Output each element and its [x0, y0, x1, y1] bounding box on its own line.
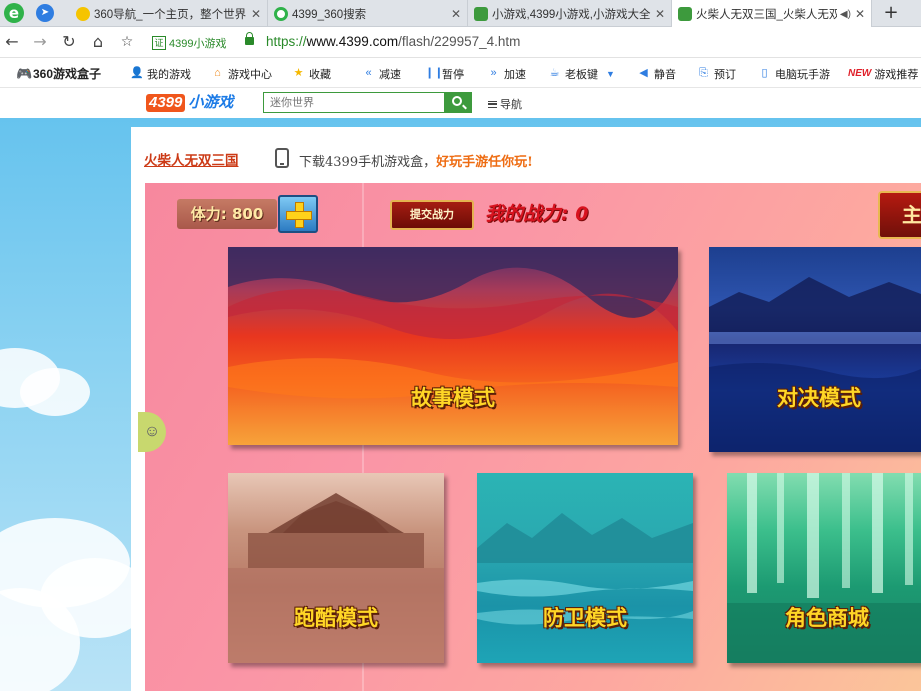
boss-key-button[interactable]: ☕ 老板键 ▼	[548, 65, 615, 82]
tab-4399-home[interactable]: 小游戏,4399小游戏,小游戏大全 ✕	[468, 0, 672, 27]
tab-audio-icon[interactable]: ◀)	[840, 9, 851, 20]
chevron-down-icon[interactable]: ▼	[606, 69, 615, 79]
parkour-mode-label: 跑酷模式	[294, 606, 378, 630]
speaker-icon: ◀	[639, 67, 648, 79]
add-stamina-button[interactable]	[278, 195, 318, 233]
pause-button[interactable]: ❙❙ 暂停	[425, 65, 464, 82]
parkour-mode-button[interactable]: 跑酷模式	[228, 473, 444, 663]
duel-mode-label: 对决模式	[777, 386, 861, 410]
bookmarks-bar: 🎮 360游戏盒子 👤 我的游戏 ⌂ 游戏中心 ★ 收藏 « 减速 ❙❙ 暂停 …	[0, 59, 921, 88]
bookmark-my-games[interactable]: 👤 我的游戏	[130, 65, 191, 82]
favorite-star-icon[interactable]: ☆	[117, 32, 137, 52]
gamepad-icon: 🎮	[16, 66, 33, 81]
sunset-clouds-art	[228, 247, 678, 399]
tab-360-search[interactable]: 4399_360搜索 ✕	[268, 0, 468, 27]
home-icon[interactable]: ⌂	[88, 32, 108, 52]
site-nav-link[interactable]: 导航	[488, 96, 522, 112]
my-power-readout: 我的战力: 0	[485, 203, 589, 225]
new-tag-icon: NEW	[848, 68, 872, 79]
pause-icon: ❙❙	[425, 67, 444, 79]
forward-arrow-icon[interactable]: →	[30, 32, 50, 52]
tab-close-icon[interactable]: ✕	[655, 7, 665, 21]
url-field[interactable]: https://www.4399.com/flash/229957_4.htm	[266, 34, 520, 49]
menu-icon	[488, 100, 497, 108]
browser-logo-icon[interactable]: e	[4, 3, 24, 23]
reserve-button[interactable]: ⎘ 预订	[697, 65, 736, 82]
search-favicon-icon	[274, 6, 288, 21]
submit-power-button[interactable]: 提交战力	[390, 200, 474, 230]
new-tab-button[interactable]: +	[880, 2, 902, 24]
duel-mode-button[interactable]: 对决模式	[709, 247, 921, 452]
pc-mobile-games-button[interactable]: ▯ 电脑玩手游	[758, 65, 830, 82]
site-header: 4399 小游戏 导航	[0, 88, 921, 118]
game-recommend-button[interactable]: NEW 游戏推荐	[848, 65, 918, 82]
4399-favicon-icon	[474, 6, 488, 21]
fast-forward-icon: »	[490, 67, 497, 79]
story-mode-label: 故事模式	[411, 386, 495, 410]
tab-strip: e ➤ 360导航_一个主页，整个世界 ✕ 4399_360搜索 ✕ 小游戏,4…	[0, 0, 921, 28]
reserve-icon: ⎘	[699, 67, 708, 79]
4399-favicon-icon	[678, 7, 692, 21]
site-search-input[interactable]	[263, 92, 444, 113]
tab-close-icon[interactable]: ✕	[451, 7, 461, 21]
cloud-decoration	[20, 368, 90, 416]
stamina-counter: 体力: 800	[177, 199, 277, 229]
mute-button[interactable]: ◀ 静音	[637, 65, 676, 82]
bookmark-favorites[interactable]: ★ 收藏	[292, 65, 331, 82]
slow-down-button[interactable]: « 减速	[362, 65, 401, 82]
game-stage[interactable]: 体力: 800 提交战力 我的战力: 0 主 故事模式 对决模式 跑酷模式 防卫…	[145, 183, 921, 691]
palace-art	[228, 493, 444, 663]
forest-art	[727, 473, 921, 663]
lock-icon	[245, 32, 254, 45]
tab-close-icon[interactable]: ✕	[855, 7, 865, 21]
lake-mountains-art	[477, 513, 693, 625]
speed-up-button[interactable]: » 加速	[487, 65, 526, 82]
tab-stickman-game[interactable]: 火柴人无双三国_火柴人无双 ◀) ✕	[672, 0, 872, 28]
search-icon	[452, 96, 462, 106]
site-search-button[interactable]	[444, 92, 472, 113]
bookmark-360-game-box[interactable]: 🎮 360游戏盒子	[16, 65, 101, 82]
user-icon: 👤	[130, 67, 144, 79]
certified-site-badge[interactable]: 证 4399小游戏	[152, 33, 226, 52]
main-menu-button[interactable]: 主	[878, 191, 921, 239]
story-mode-button[interactable]: 故事模式	[228, 247, 678, 445]
site-logo[interactable]: 4399 小游戏	[146, 92, 233, 114]
bookmark-game-center[interactable]: ⌂ 游戏中心	[211, 65, 272, 82]
defense-mode-button[interactable]: 防卫模式	[477, 473, 693, 663]
address-bar: ← → ↻ ⌂ ☆ 证 4399小游戏 https://www.4399.com…	[0, 27, 921, 58]
night-city-art	[709, 277, 921, 452]
character-shop-label: 角色商城	[785, 606, 869, 630]
tab-close-icon[interactable]: ✕	[251, 7, 261, 21]
character-shop-button[interactable]: 角色商城	[727, 473, 921, 663]
tab-360-nav[interactable]: 360导航_一个主页，整个世界 ✕	[70, 0, 268, 27]
360-favicon-icon	[76, 6, 90, 21]
game-title-link[interactable]: 火柴人无双三国	[144, 149, 239, 169]
mobile-phone-icon	[275, 148, 289, 168]
phone-icon: ▯	[761, 67, 768, 79]
rewind-icon: «	[365, 67, 372, 79]
boss-key-icon: ☕	[549, 67, 560, 79]
certificate-icon: 证	[152, 35, 166, 50]
reload-icon[interactable]: ↻	[59, 32, 79, 52]
back-arrow-icon[interactable]: ←	[2, 32, 22, 52]
app-download-promo[interactable]: 下载4399手机游戏盒，好玩手游任你玩!	[299, 151, 533, 170]
star-icon: ★	[293, 67, 304, 79]
home-icon: ⌂	[214, 67, 221, 79]
navigation-pin-icon[interactable]: ➤	[36, 4, 54, 22]
defense-mode-label: 防卫模式	[543, 606, 627, 630]
